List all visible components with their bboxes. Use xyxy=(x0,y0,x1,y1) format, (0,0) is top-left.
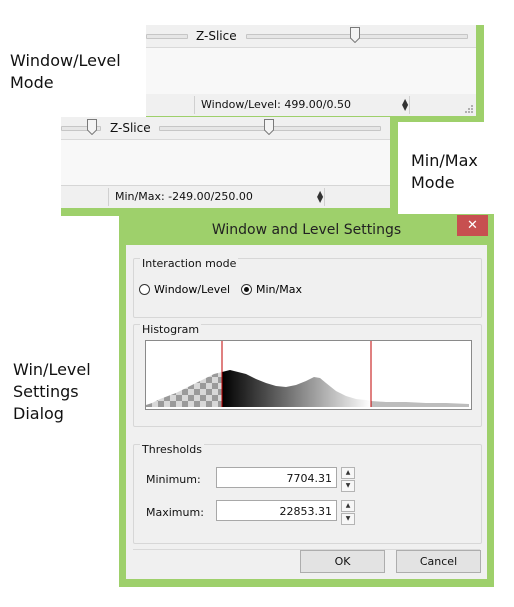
min-max-viewer: Z-Slice Min/Max: -249.00/250.00 ▲ ▼ xyxy=(61,117,398,216)
maximum-label: Maximum: xyxy=(146,506,204,519)
maximum-input[interactable]: 22853.31 xyxy=(216,500,337,521)
z-slice-track-left xyxy=(146,34,188,39)
image-view-area[interactable] xyxy=(146,48,476,96)
status-divider xyxy=(409,96,410,114)
minimum-spin-arrows-icon[interactable]: ▲ ▼ xyxy=(341,467,355,492)
histogram-graphic xyxy=(146,341,469,407)
spin-arrows-icon[interactable]: ▲ ▼ xyxy=(317,190,323,204)
slider-thumb-icon[interactable] xyxy=(87,119,97,135)
radio-window-level[interactable]: Window/Level xyxy=(139,283,230,296)
radio-window-level-label: Window/Level xyxy=(154,283,231,296)
z-slice-label: Z-Slice xyxy=(196,29,237,43)
radio-min-max-label: Min/Max xyxy=(256,283,302,296)
status-divider xyxy=(324,188,325,206)
size-grip-icon[interactable] xyxy=(464,104,474,114)
thresholds-group: Thresholds Minimum: 7704.31 ▲ ▼ Maximum: … xyxy=(133,443,482,544)
thresholds-title: Thresholds xyxy=(140,443,204,456)
status-divider xyxy=(108,188,109,206)
status-bar: Min/Max: -249.00/250.00 ▲ ▼ xyxy=(61,186,390,208)
dialog-title: Window and Level Settings xyxy=(211,222,402,238)
slider-thumb-icon[interactable] xyxy=(350,27,360,43)
spin-arrows-icon[interactable]: ▲ ▼ xyxy=(402,98,408,112)
histogram-title: Histogram xyxy=(140,323,202,336)
ok-button[interactable]: OK xyxy=(300,550,385,573)
image-view-area[interactable] xyxy=(61,140,390,186)
minimum-input[interactable]: 7704.31 xyxy=(216,467,337,488)
settings-dialog-caption: Win/Level Settings Dialog xyxy=(13,360,91,423)
dialog-body: Interaction mode Window/Level Min/Max Hi… xyxy=(126,245,487,579)
window-level-viewer: Z-Slice Window/Level: 499.00/0.50 ▲ ▼ xyxy=(146,25,484,122)
radio-min-max[interactable]: Min/Max xyxy=(241,283,302,296)
radio-icon xyxy=(139,284,150,295)
min-max-mode-caption: Min/Max Mode xyxy=(411,151,478,192)
min-max-status-text: Min/Max: -249.00/250.00 xyxy=(115,190,253,203)
status-divider xyxy=(194,96,195,114)
z-slice-slider-strip: Z-Slice xyxy=(61,117,390,140)
z-slice-slider-strip: Z-Slice xyxy=(146,25,476,48)
interaction-mode-group: Interaction mode Window/Level Min/Max xyxy=(133,257,482,318)
maximum-spin-arrows-icon[interactable]: ▲ ▼ xyxy=(341,500,355,525)
status-bar: Window/Level: 499.00/0.50 ▲ ▼ xyxy=(146,94,476,116)
minimum-label: Minimum: xyxy=(146,473,201,486)
window-level-mode-caption: Window/Level Mode xyxy=(10,51,121,92)
slider-thumb-icon[interactable] xyxy=(264,119,274,135)
histogram-plot[interactable] xyxy=(145,340,472,410)
close-icon[interactable]: ✕ xyxy=(457,215,488,236)
interaction-mode-title: Interaction mode xyxy=(140,257,239,270)
radio-icon xyxy=(241,284,252,295)
cancel-button[interactable]: Cancel xyxy=(396,550,481,573)
z-slice-label: Z-Slice xyxy=(110,121,151,135)
window-level-status-text: Window/Level: 499.00/0.50 xyxy=(201,98,352,111)
